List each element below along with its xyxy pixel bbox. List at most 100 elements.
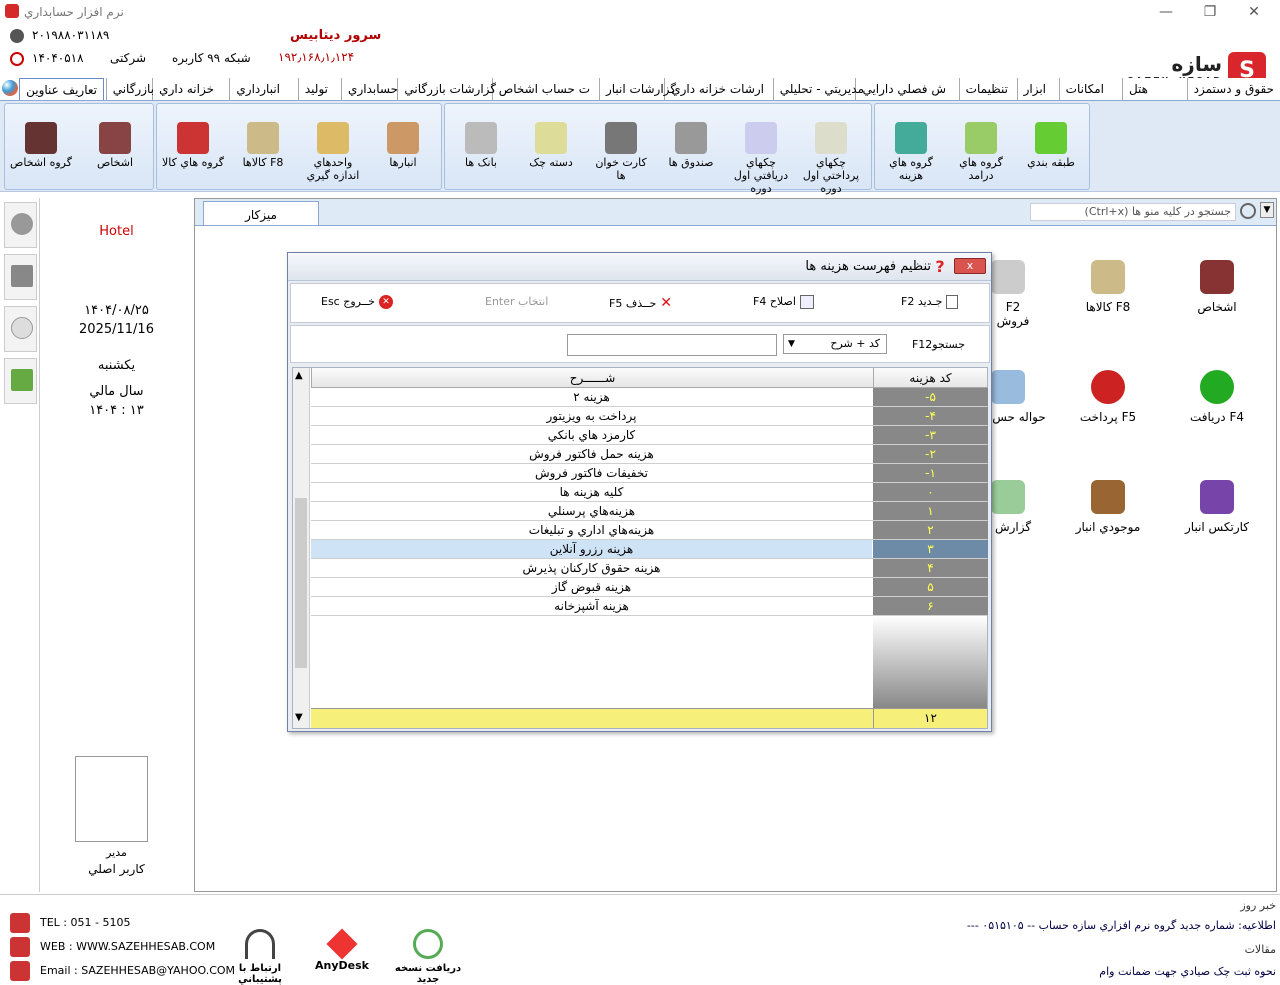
ribbon-btn-goods-groups[interactable]: گروه هاي کالا xyxy=(161,112,225,184)
tab-facilities[interactable]: امکانات xyxy=(1058,78,1110,100)
grid-scrollbar[interactable]: ▲ ▼ xyxy=(293,368,310,728)
ribbon-btn-goods[interactable]: F8 کالاها xyxy=(231,112,295,184)
table-row[interactable]: تخفيفات فاکتور فروش -۱ xyxy=(311,464,988,483)
minimize-button[interactable]: — xyxy=(1152,2,1180,22)
ribbon-btn-cheque-books[interactable]: دسته چک xyxy=(519,112,583,184)
update-button[interactable]: دريافت نسخه جديد xyxy=(388,929,468,985)
table-row[interactable]: هزينه قبوض گاز ۵ xyxy=(311,578,988,597)
table-row[interactable]: هزينه‌هاي اداري و تبليغات ۲ xyxy=(311,521,988,540)
table-row[interactable]: هزينه ۲ -۵ xyxy=(311,388,988,407)
tab-commerce-reports[interactable]: گزارشات بازرگاني xyxy=(397,78,502,100)
lightbulb-icon[interactable] xyxy=(4,306,37,352)
tab-tools[interactable]: ابزار xyxy=(1016,78,1052,100)
tab-treasury[interactable]: خزانه داري xyxy=(152,78,220,100)
desk-transfer[interactable]: حواله حس xyxy=(991,370,1047,424)
table-row[interactable]: هزينه حمل فاکتور فروش -۲ xyxy=(311,445,988,464)
tab-production[interactable]: توليد xyxy=(297,78,334,100)
table-row[interactable]: هزينه‌هاي پرسنلي ۱ xyxy=(311,502,988,521)
expense-groups-icon xyxy=(895,122,927,154)
desk-report[interactable]: گزارش xyxy=(991,480,1035,534)
row-code: -۱ xyxy=(873,464,988,482)
row-code: -۴ xyxy=(873,407,988,425)
desk-payment[interactable]: F5 پرداخت xyxy=(1063,370,1153,424)
scroll-thumb[interactable] xyxy=(295,498,307,668)
anydesk-button[interactable]: AnyDesk xyxy=(302,928,382,972)
column-header-desc[interactable]: شــــــرح xyxy=(311,368,873,388)
ribbon-btn-person-groups[interactable]: گروه اشخاص xyxy=(9,112,73,184)
calculator-icon[interactable] xyxy=(4,358,37,404)
theme-orb-icon[interactable] xyxy=(2,80,18,96)
search-mode-select[interactable]: کد + شرح ▼ xyxy=(783,334,887,354)
help-icon[interactable]: ? xyxy=(932,257,948,276)
tab-accounting[interactable]: حسابداري xyxy=(341,78,404,100)
delete-button[interactable]: ✕حــذف F5 xyxy=(609,295,672,311)
web-info[interactable]: WEB : WWW.SAZEHHESAB.COM xyxy=(10,937,215,957)
avatar[interactable] xyxy=(75,756,148,842)
close-button[interactable]: ✕ xyxy=(1240,2,1268,22)
email-info[interactable]: Email : SAZEHHESAB@YAHOO.COM xyxy=(10,961,235,981)
ribbon-btn-persons[interactable]: اشخاص xyxy=(83,112,147,184)
dialog-close-button[interactable]: x xyxy=(954,258,986,274)
tab-management-analysis[interactable]: مديريتي - تحليلي xyxy=(772,78,870,100)
row-description: هزينه رزرو آنلاين xyxy=(311,540,872,558)
column-header-code[interactable]: کد هزينه xyxy=(873,368,987,388)
wrench-icon[interactable] xyxy=(4,254,37,300)
news-ticker[interactable]: اطلاعيه: شماره جديد گروه نرم افزاري سازه… xyxy=(508,919,1280,932)
tab-payroll[interactable]: حقوق و دستمزد xyxy=(1186,78,1280,100)
menu-search-input[interactable]: جستجو در کليه منو ها (Ctrl+x) xyxy=(1030,203,1236,221)
desk-warehouse-cardex[interactable]: کارتکس انبار xyxy=(1172,480,1262,534)
code-column-filler xyxy=(873,616,987,708)
expense-list-dialog: تنظيم فهرست هزينه ها ? x جـديد F2 اصلاح … xyxy=(287,252,992,732)
search-input[interactable] xyxy=(567,334,777,356)
desk-receipt[interactable]: F4 دريافت xyxy=(1172,370,1262,424)
ribbon-btn-expense-groups[interactable]: گروه هاي هزينه xyxy=(879,112,943,184)
tab-hotel[interactable]: هتل xyxy=(1121,78,1154,100)
search-label: F12جستجو xyxy=(911,338,965,351)
ribbon-btn-cash-boxes[interactable]: صندوق ها xyxy=(659,112,723,184)
ribbon-btn-units[interactable]: واحدهاي اندازه گيري xyxy=(301,112,365,184)
tab-person-accounts[interactable]: ت حساب اشخاص xyxy=(491,78,596,100)
search-settings-gear-icon[interactable] xyxy=(1240,203,1256,219)
settings-gear-icon[interactable] xyxy=(4,202,37,248)
tab-definitions[interactable]: تعاريف عناوين xyxy=(19,78,104,100)
table-row[interactable]: کليه هزينه ها ۰ xyxy=(311,483,988,502)
edit-button[interactable]: اصلاح F4 xyxy=(753,295,814,309)
desk-sales[interactable]: F2 فروش xyxy=(991,260,1035,328)
ribbon-btn-classification[interactable]: طبقه بندي xyxy=(1019,112,1083,184)
desk-stock[interactable]: موجودي انبار xyxy=(1063,480,1153,534)
cheque-book-icon xyxy=(535,122,567,154)
tab-warehouse-reports[interactable]: گزارشات انبار xyxy=(598,78,682,100)
row-code: ۶ xyxy=(873,597,988,615)
ribbon-btn-income-groups[interactable]: گروه هاي درامد xyxy=(949,112,1013,184)
dialog-filter-bar: F12جستجو کد + شرح ▼ xyxy=(290,325,990,363)
table-row[interactable]: پرداخت به ويزيتور -۴ xyxy=(311,407,988,426)
ribbon-btn-warehouses[interactable]: انبارها xyxy=(371,112,435,184)
new-button[interactable]: جـديد F2 xyxy=(901,295,959,309)
support-button[interactable]: ارتباط با پشتيباني xyxy=(220,929,300,985)
scroll-up-icon[interactable]: ▲ xyxy=(295,370,303,381)
goods-box-icon xyxy=(1091,260,1125,294)
phone-icon xyxy=(10,913,30,933)
maximize-button[interactable]: ❐ xyxy=(1196,2,1224,22)
ribbon-btn-opening-paid-cheques[interactable]: چکهاي پرداختي اول دوره xyxy=(799,112,863,195)
dropdown-arrow-icon[interactable]: ▼ xyxy=(1260,202,1274,218)
scroll-down-icon[interactable]: ▼ xyxy=(295,712,303,723)
desk-persons[interactable]: اشخاص xyxy=(1172,260,1262,314)
tab-settings[interactable]: تنظيمات xyxy=(958,78,1014,100)
license-number: ۱۴۰۴۰۵۱۸ xyxy=(32,51,84,65)
table-row[interactable]: هزينه آشپزخانه ۶ xyxy=(311,597,988,616)
desk-goods[interactable]: F8 کالاها xyxy=(1063,260,1153,314)
exit-button[interactable]: ✕خــروج Esc xyxy=(321,295,393,309)
ribbon-btn-banks[interactable]: بانک ها xyxy=(449,112,513,184)
tab-workspace[interactable]: ميزکار xyxy=(203,201,319,227)
ribbon-btn-card-readers[interactable]: کارت خوان ها xyxy=(589,112,653,184)
tab-warehousing[interactable]: انبارداري xyxy=(229,78,286,100)
server-ip: ۱۹۲٫۱۶۸٫۱٫۱۲۴ xyxy=(278,50,355,64)
ribbon-btn-opening-received-cheques[interactable]: چکهاي دريافتي اول دوره xyxy=(729,112,793,195)
article-link[interactable]: نحوه ثبت چک صيادي جهت ضمانت وام xyxy=(508,965,1280,978)
table-row[interactable]: کارمزد هاي بانکي -۳ xyxy=(311,426,988,445)
select-button[interactable]: انتخاب Enter xyxy=(485,295,548,308)
table-row[interactable]: هزينه رزرو آنلاين ۳ xyxy=(311,540,988,559)
tab-commerce[interactable]: بازرگاني xyxy=(105,78,160,100)
table-row[interactable]: هزينه حقوق کارکنان پذيرش ۴ xyxy=(311,559,988,578)
